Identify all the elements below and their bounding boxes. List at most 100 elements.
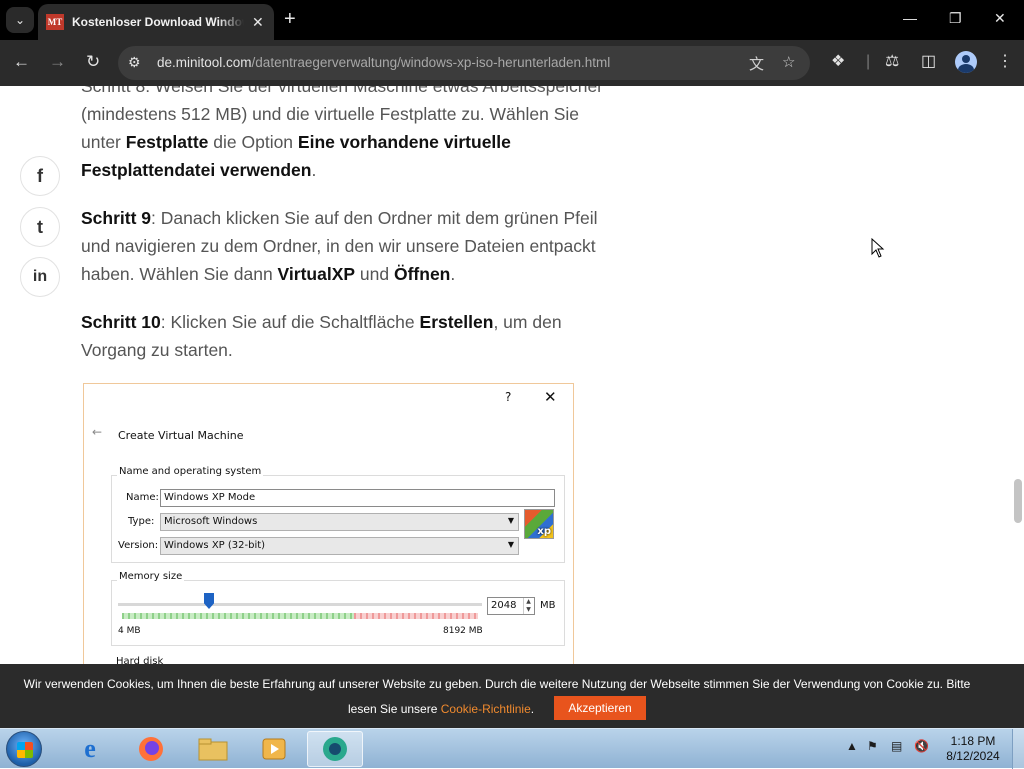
clock-date: 8/12/2024 (946, 749, 1000, 763)
url-text[interactable]: de.minitool.com/datentraegerverwaltung/w… (157, 55, 610, 70)
step-8-first-line: Schritt 8: Weisen Sie der virtuellen Mas… (81, 86, 604, 96)
tab-search-button[interactable]: ⌄ (6, 7, 34, 33)
site-info-icon[interactable]: ⚙ (128, 54, 141, 71)
name-label: Name: (126, 492, 159, 503)
dropdown-arrow-icon: ▼ (507, 540, 514, 549)
file-explorer-icon[interactable] (185, 731, 241, 767)
dialog-screenshot-image: ? ✕ ← Create Virtual Machine Name and op… (83, 383, 574, 664)
cookie-suffix: . (530, 702, 535, 716)
translate-icon[interactable]: 文 (749, 53, 764, 74)
address-bar[interactable]: ⚙ de.minitool.com/datentraegerverwaltung… (118, 46, 810, 80)
browser-toolbar: ← → ↻ ⚙ de.minitool.com/datentraegerverw… (0, 40, 1024, 86)
new-tab-icon[interactable]: + (284, 9, 296, 29)
active-tab[interactable]: MT Kostenloser Download Windows XP ISO h… (38, 4, 274, 40)
memory-ticks (122, 613, 478, 619)
tab-close-icon[interactable]: ✕ (252, 14, 264, 31)
memory-unit: MB (540, 600, 556, 611)
step-8-paragraph: Schritt 8: Weisen Sie der virtuellen Mas… (81, 86, 621, 184)
dropdown-arrow-icon: ▼ (507, 516, 514, 525)
type-label: Type: (128, 516, 155, 527)
clock-time: 1:18 PM (950, 734, 996, 748)
name-field: Windows XP Mode (160, 489, 555, 507)
cookie-policy-link[interactable]: Cookie-Richtlinie (441, 702, 531, 716)
step-8-end: . (311, 160, 317, 180)
restore-icon[interactable]: ❐ (949, 10, 962, 27)
back-arrow-icon[interactable]: ← (13, 52, 30, 72)
bold-schritt-10: Schritt 10 (81, 312, 161, 332)
web-page: f t in Schritt 8: Weisen Sie der virtuel… (0, 86, 1024, 664)
tab-title: Kostenloser Download Windows XP ISO heru… (72, 15, 244, 29)
help-icon: ? (505, 390, 512, 404)
internet-explorer-icon[interactable]: e (62, 731, 118, 767)
harddisk-group-label: Hard disk (116, 656, 164, 664)
firefox-icon[interactable] (123, 731, 179, 767)
labs-flask-icon[interactable]: ⚖ (885, 52, 899, 72)
group-label: Memory size (117, 571, 185, 582)
group-label: Name and operating system (117, 466, 264, 477)
profile-avatar-icon[interactable] (955, 51, 977, 73)
bookmark-star-icon[interactable]: ☆ (782, 53, 795, 71)
spin-arrows-icon: ▲ ▼ (523, 598, 533, 614)
cookie-text: Wir verwenden Cookies, um Ihnen die best… (23, 677, 971, 691)
minimize-icon[interactable]: — (903, 10, 917, 26)
version-label: Version: (118, 540, 159, 551)
step-9-paragraph: Schritt 9: Danach klicken Sie auf den Or… (81, 204, 621, 288)
step-9-mid: und (355, 264, 394, 284)
step-10-paragraph: Schritt 10: Klicken Sie auf die Schaltfl… (81, 308, 621, 364)
memory-max-label: 8192 MB (443, 626, 483, 636)
os-badge: xp (537, 526, 551, 537)
version-value: Windows XP (32-bit) (164, 540, 266, 551)
article-body: Schritt 8: Weisen Sie der virtuellen Mas… (81, 86, 621, 384)
network-icon[interactable]: ▤ (891, 739, 902, 753)
dialog-title: Create Virtual Machine (118, 429, 244, 442)
cookie-text-2: lesen Sie unsere Cookie-Richtlinie. (348, 702, 534, 716)
memory-safe-range (122, 613, 354, 619)
window-close-icon[interactable]: ✕ (994, 10, 1006, 27)
bold-virtualxp: VirtualXP (277, 264, 356, 284)
volume-muted-icon[interactable]: 🔇 (914, 739, 929, 753)
cookie-banner: Wir verwenden Cookies, um Ihnen die best… (0, 664, 1024, 728)
back-arrow-icon: ← (92, 425, 103, 439)
twitter-share-icon[interactable]: t (20, 207, 60, 247)
memory-min-label: 4 MB (118, 626, 141, 636)
type-select: Microsoft Windows ▼ (160, 513, 519, 531)
memory-slider-thumb (204, 593, 214, 609)
taskbar: e ▲ ⚑ ▤ 🔇 1:18 PM 8/12/2024 (0, 728, 1024, 769)
virtualbox-icon[interactable] (307, 731, 363, 767)
system-clock[interactable]: 1:18 PM 8/12/2024 (940, 734, 1006, 764)
action-center-flag-icon[interactable]: ⚑ (867, 739, 878, 753)
chevron-down-icon: ⌄ (14, 13, 26, 27)
forward-arrow-icon[interactable]: → (49, 52, 66, 72)
memory-warning-range (354, 613, 478, 619)
cookie-prefix: lesen Sie unsere (348, 702, 441, 716)
mouse-cursor-icon (871, 238, 885, 258)
step-8-mid: die Option (208, 132, 298, 152)
show-desktop-button[interactable] (1012, 729, 1024, 769)
media-player-icon[interactable] (246, 731, 302, 767)
memory-slider-track (118, 603, 482, 606)
bold-erstellen: Erstellen (419, 312, 494, 332)
extensions-icon[interactable]: ❖ (831, 52, 845, 72)
bold-schritt-9: Schritt 9 (81, 208, 152, 228)
memory-spinbox: 2048 ▲ ▼ (487, 597, 535, 615)
memory-group: Memory size 2048 ▲ ▼ MB 4 MB 8192 MB (111, 571, 565, 646)
type-value: Microsoft Windows (164, 516, 258, 527)
linkedin-share-icon[interactable]: in (20, 257, 60, 297)
menu-kebab-icon[interactable]: ⋮ (997, 52, 1013, 72)
memory-value: 2048 (491, 600, 517, 611)
facebook-share-icon[interactable]: f (20, 156, 60, 196)
toolbar-divider: | (866, 53, 871, 70)
accept-cookies-button[interactable]: Akzeptieren (554, 696, 646, 720)
side-panel-icon[interactable]: ◫ (921, 52, 936, 72)
url-domain: de.minitool.com (157, 55, 252, 70)
reload-icon[interactable]: ↻ (86, 52, 100, 72)
page-scrollbar[interactable] (1014, 479, 1022, 523)
start-button[interactable] (6, 731, 42, 767)
site-favicon-icon: MT (46, 14, 64, 30)
dialog-close-icon: ✕ (544, 388, 557, 406)
tray-expand-icon[interactable]: ▲ (846, 739, 858, 753)
step-9-end: . (450, 264, 456, 284)
step-10-text: : Klicken Sie auf die Schaltfläche (160, 312, 420, 332)
bold-festplatte: Festplatte (125, 132, 209, 152)
bold-oeffnen: Öffnen (393, 264, 451, 284)
